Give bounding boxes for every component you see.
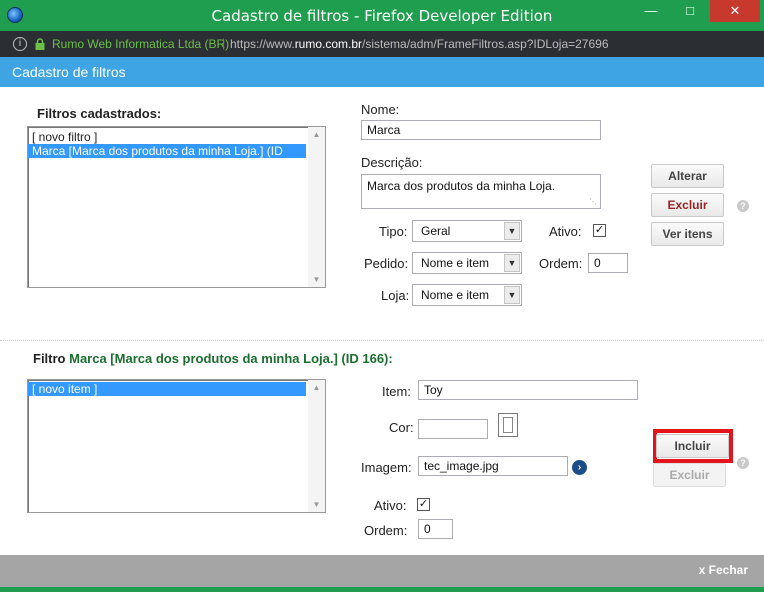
items-listbox[interactable]: [ novo item ] ▲ ▼ [27, 379, 326, 513]
item-ativo-label: Ativo: [374, 498, 407, 513]
site-identity: Rumo Web Informatica Ltda (BR) [52, 37, 230, 51]
help-icon[interactable]: ? [737, 200, 749, 212]
list-item[interactable]: [ novo filtro ] [28, 130, 325, 144]
scrollbar[interactable]: ▲ ▼ [308, 380, 325, 512]
filters-panel: Filtros cadastrados: [ novo filtro ] Mar… [0, 87, 764, 340]
chevron-down-icon: ▼ [504, 254, 520, 272]
item-label: Item: [382, 384, 411, 399]
color-picker-button[interactable] [498, 413, 518, 437]
list-item[interactable]: Marca [Marca dos produtos da minha Loja.… [28, 144, 306, 158]
loja-value: Nome e item [421, 288, 490, 302]
nome-label: Nome: [361, 102, 400, 117]
alterar-button[interactable]: Alterar [651, 164, 724, 188]
imagem-field[interactable]: tec_image.jpg [418, 456, 568, 476]
nome-field[interactable]: Marca [361, 120, 601, 140]
imagem-label: Imagem: [361, 460, 412, 475]
dialog-footer: x Fechar [0, 555, 764, 587]
scroll-up-icon[interactable]: ▲ [312, 130, 321, 139]
ordem-field[interactable]: 0 [588, 253, 628, 273]
pedido-label: Pedido: [364, 256, 409, 271]
list-item[interactable]: [ novo item ] [28, 382, 306, 396]
chevron-down-icon: ▼ [504, 286, 520, 304]
excluir-item-button[interactable]: Excluir [653, 463, 726, 487]
selected-filter-name: Marca [Marca dos produtos da minha Loja.… [69, 351, 393, 366]
maximize-icon[interactable]: □ [675, 0, 705, 22]
close-icon[interactable]: ✕ [710, 0, 760, 22]
pedido-select[interactable]: Nome e item ▼ [412, 252, 522, 274]
loja-select[interactable]: Nome e item ▼ [412, 284, 522, 306]
item-ordem-field[interactable]: 0 [418, 519, 453, 539]
tipo-select[interactable]: Geral ▼ [412, 220, 522, 242]
items-panel: Filtro Marca [Marca dos produtos da minh… [0, 340, 764, 555]
item-field[interactable]: Toy [418, 380, 638, 400]
filters-listbox[interactable]: [ novo filtro ] Marca [Marca dos produto… [27, 126, 326, 288]
info-icon[interactable]: i [13, 37, 27, 51]
ativo-checkbox[interactable]: ✓ [593, 224, 606, 237]
ver-itens-button[interactable]: Ver itens [651, 222, 724, 246]
color-swatch-icon [503, 417, 513, 433]
tipo-value: Geral [421, 224, 451, 238]
item-ordem-label: Ordem: [364, 523, 408, 538]
loja-label: Loja: [381, 288, 410, 303]
excluir-filter-button[interactable]: Excluir [651, 193, 724, 217]
url-separator: | [222, 36, 226, 50]
descricao-value: Marca dos produtos da minha Loja. [367, 179, 556, 193]
incluir-button[interactable]: Incluir [656, 434, 729, 458]
pedido-value: Nome e item [421, 256, 490, 270]
dialog-header: Cadastro de filtros [0, 57, 764, 87]
lock-icon [35, 38, 45, 50]
url-text[interactable]: https://www.rumo.com.br/sistema/adm/Fram… [230, 37, 609, 51]
scrollbar[interactable]: ▲ ▼ [308, 127, 325, 287]
arrow-right-icon[interactable]: › [572, 460, 587, 475]
items-heading: Filtro Marca [Marca dos produtos da minh… [33, 351, 393, 366]
item-ativo-checkbox[interactable]: ✓ [417, 498, 430, 511]
window-titlebar: Cadastro de filtros - Firefox Developer … [0, 0, 764, 31]
close-link[interactable]: x Fechar [699, 563, 748, 577]
resize-grip-icon[interactable]: ⋱ [589, 197, 597, 206]
ativo-label: Ativo: [549, 224, 582, 239]
scroll-down-icon[interactable]: ▼ [312, 275, 321, 284]
descricao-label: Descrição: [361, 155, 423, 170]
chevron-down-icon: ▼ [504, 222, 520, 240]
help-icon[interactable]: ? [737, 457, 749, 469]
cor-field[interactable] [418, 419, 488, 439]
scroll-up-icon[interactable]: ▲ [312, 383, 321, 392]
minimize-icon[interactable]: — [636, 0, 666, 22]
cor-label: Cor: [389, 420, 414, 435]
tipo-label: Tipo: [379, 224, 408, 239]
descricao-field[interactable]: Marca dos produtos da minha Loja. ⋱ [361, 174, 601, 209]
scroll-down-icon[interactable]: ▼ [312, 500, 321, 509]
ordem-label: Ordem: [539, 256, 583, 271]
dialog-title: Cadastro de filtros [12, 64, 126, 80]
url-bar[interactable]: i Rumo Web Informatica Ltda (BR) | https… [0, 31, 764, 57]
filters-heading: Filtros cadastrados: [37, 106, 162, 121]
